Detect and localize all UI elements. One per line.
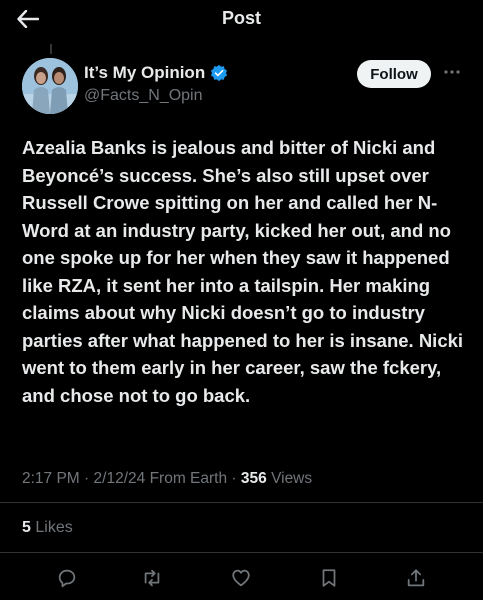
author-handle[interactable]: @Facts_N_Opin — [84, 87, 203, 105]
follow-button[interactable]: Follow — [357, 60, 431, 88]
share-button[interactable] — [401, 563, 431, 593]
divider — [0, 502, 483, 503]
views-label: Views — [271, 470, 313, 487]
action-bar — [0, 563, 483, 593]
like-button[interactable] — [226, 563, 256, 593]
reply-button[interactable] — [52, 563, 82, 593]
divider — [0, 552, 483, 553]
post-text: Azealia Banks is jealous and bitter of N… — [22, 137, 464, 406]
more-horizontal-icon — [444, 70, 460, 74]
author-name-row[interactable]: It’s My Opinion — [84, 63, 228, 83]
post-time[interactable]: 2:17 PM — [22, 470, 80, 487]
author-display-name[interactable]: It’s My Opinion — [84, 63, 205, 83]
views-count: 356 — [240, 470, 267, 487]
bookmark-button[interactable] — [314, 563, 344, 593]
post-meta: 2:17 PM · 2/12/24 From Earth · 356 Views — [22, 470, 312, 488]
verified-badge-icon — [211, 64, 228, 82]
likes-count: 5 — [22, 519, 31, 536]
avatar-image — [22, 58, 78, 114]
like-icon — [232, 569, 250, 587]
bookmark-icon — [322, 569, 336, 587]
more-options-button[interactable] — [440, 62, 464, 82]
top-bar: Post — [0, 0, 483, 38]
avatar[interactable] — [22, 58, 78, 114]
post-date[interactable]: 2/12/24 — [94, 470, 146, 487]
meta-separator: · — [84, 470, 90, 487]
share-icon — [407, 569, 425, 587]
repost-button[interactable] — [137, 563, 167, 593]
reply-icon — [58, 569, 76, 588]
post-source: From Earth — [149, 470, 228, 487]
repost-icon — [144, 569, 160, 587]
likes-label: Likes — [35, 519, 73, 536]
likes-link[interactable]: 5 Likes — [22, 519, 73, 537]
thread-connector-line — [50, 44, 52, 54]
meta-separator: · — [231, 470, 237, 487]
page-title: Post — [221, 8, 261, 28]
